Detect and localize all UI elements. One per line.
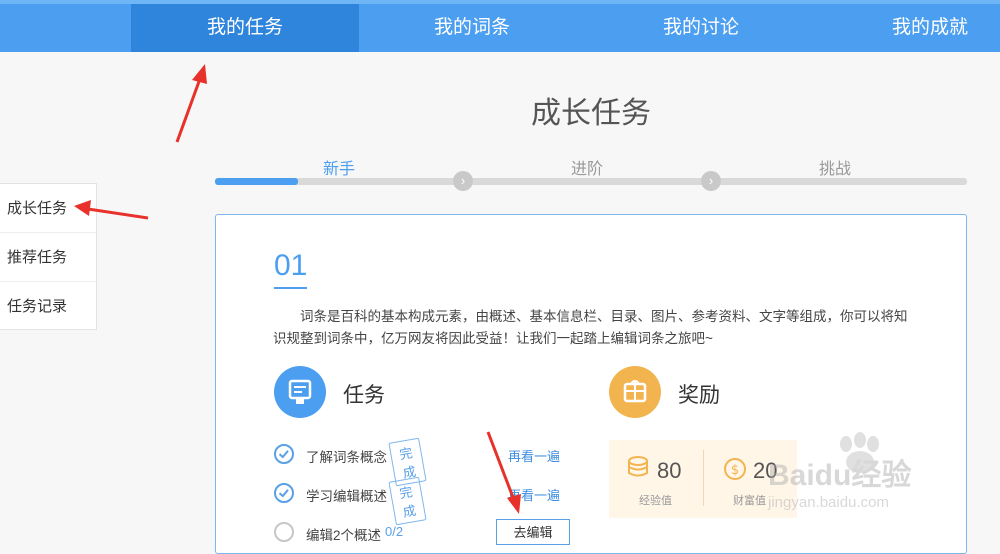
task-progress: 0/2 — [385, 524, 404, 539]
watermark-url: jingyan.baidu.com — [768, 494, 889, 511]
tab-my-tasks[interactable]: 我的任务 — [131, 4, 359, 52]
exp-value: 80 — [657, 458, 682, 483]
tab-my-achievements[interactable]: 我的成就 — [816, 4, 1000, 52]
baidu-watermark: Baidu经验 jingyan.baidu.com — [768, 432, 993, 522]
top-nav-bar: 我的任务 我的词条 我的讨论 我的成就 — [0, 0, 1000, 52]
stage-advanced[interactable]: 进阶 — [527, 155, 647, 179]
review-again-link[interactable]: 再看一遍 — [508, 446, 560, 465]
sidebar-item-growth-tasks[interactable]: 成长任务 — [0, 184, 96, 233]
chevron-right-icon: › — [701, 171, 721, 191]
stage-challenge[interactable]: 挑战 — [775, 155, 895, 179]
complete-stamp: 完成 — [388, 476, 427, 526]
tab-my-discussions[interactable]: 我的讨论 — [587, 4, 815, 52]
stage-progress-track: › › — [215, 171, 967, 191]
review-again-link[interactable]: 再看一遍 — [508, 485, 560, 504]
coin-stack-icon — [627, 456, 649, 482]
task-text: 了解词条概念 — [306, 450, 387, 465]
task-section-title: 任务 — [343, 384, 385, 407]
sidebar: 成长任务 推荐任务 任务记录 — [0, 183, 97, 330]
empty-circle-icon[interactable] — [274, 522, 294, 542]
svg-text:$: $ — [731, 463, 739, 478]
task-intro: 词条是百科的基本构成元素，由概述、基本信息栏、目录、图片、参考资料、文字等组成，… — [273, 309, 908, 346]
go-edit-button[interactable]: 去编辑 — [496, 519, 570, 545]
exp-label: 经验值 — [639, 495, 672, 507]
check-circle-icon — [274, 483, 294, 503]
task-text: 学习编辑概述 — [306, 489, 387, 504]
stage-novice[interactable]: 新手 — [279, 155, 399, 179]
sidebar-item-recommended-tasks[interactable]: 推荐任务 — [0, 233, 96, 282]
task-number: 01 — [274, 249, 308, 289]
watermark-brand: Baidu经验 — [768, 459, 912, 492]
wealth-label: 财富值 — [733, 495, 766, 507]
reward-section-title: 奖励 — [678, 384, 720, 407]
reward-box-icon — [609, 366, 661, 418]
check-circle-icon — [274, 444, 294, 464]
task-doc-icon — [274, 366, 326, 418]
reward-divider — [703, 450, 704, 506]
dollar-coin-icon: $ — [723, 456, 747, 482]
task-text: 编辑2个概述 — [306, 528, 382, 543]
page-title: 成长任务 — [531, 97, 651, 130]
tab-my-entries[interactable]: 我的词条 — [358, 4, 586, 52]
sidebar-item-task-records[interactable]: 任务记录 — [0, 282, 96, 331]
stage-progress-fill — [215, 178, 298, 185]
chevron-right-icon: › — [453, 171, 473, 191]
